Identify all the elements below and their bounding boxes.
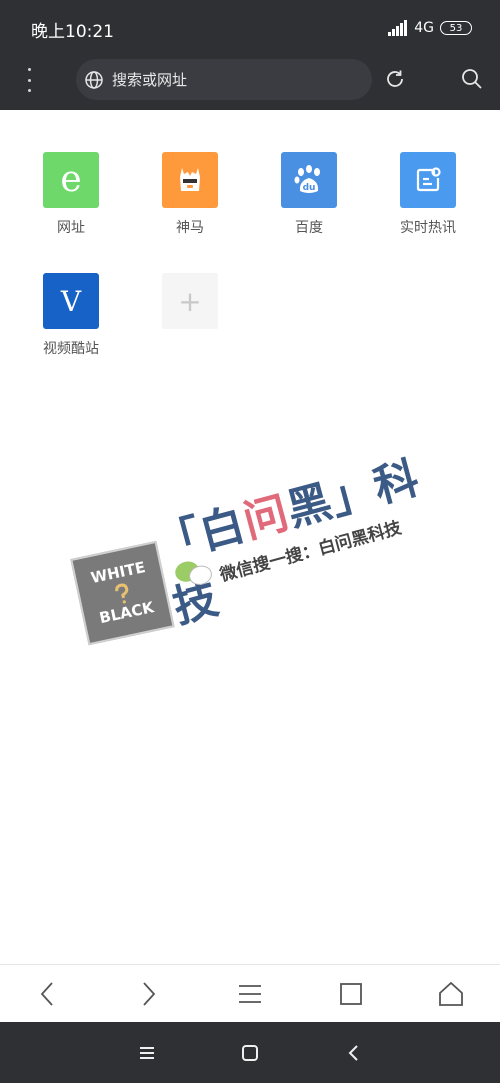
search-icon[interactable] <box>460 67 484 91</box>
baidu-du-label: du <box>303 183 316 193</box>
system-nav-bar <box>0 1022 500 1083</box>
shortcut-video[interactable]: V 视频酷站 <box>21 273 121 358</box>
battery-level: 53 <box>449 22 463 34</box>
battery-icon: 53 <box>440 21 472 35</box>
v-icon: V <box>43 273 99 329</box>
status-indicators: 4G 53 <box>388 18 472 38</box>
shortcut-wangzhi[interactable]: e 网址 <box>21 152 121 237</box>
menu-icon[interactable] <box>235 979 265 1009</box>
shortcut-label: 视频酷站 <box>43 341 99 357</box>
status-bar: 晚上10:21 4G 53 <box>0 0 500 54</box>
back-icon[interactable] <box>33 979 63 1009</box>
add-icon: + <box>162 273 218 329</box>
watermark-title: 「白问黑」科技 <box>148 434 469 635</box>
system-home-icon[interactable] <box>239 1042 261 1064</box>
refresh-icon[interactable] <box>384 68 406 90</box>
logo-text-bottom: BLACK <box>97 598 156 628</box>
e-icon: e <box>43 152 99 208</box>
add-shortcut-button[interactable]: + <box>140 273 240 329</box>
top-bar: 晚上10:21 4G 53 搜索或网址 <box>0 0 500 110</box>
signal-icon <box>388 20 408 36</box>
system-back-icon[interactable] <box>343 1042 365 1064</box>
shortcut-label: 神马 <box>176 220 204 236</box>
shortcut-baidu[interactable]: du 百度 <box>259 152 359 237</box>
forward-icon[interactable] <box>133 979 163 1009</box>
search-input[interactable]: 搜索或网址 <box>76 59 372 100</box>
more-menu-icon[interactable] <box>22 68 36 92</box>
browser-toolbar: 搜索或网址 <box>0 54 500 110</box>
watermark: WHITE BLACK 「白问黑」科技 微信搜一搜：白问黑科技 <box>38 392 481 708</box>
hot-news-icon <box>400 152 456 208</box>
shortcut-hot-news[interactable]: 实时热讯 <box>378 152 478 237</box>
shortcut-shenma[interactable]: 神马 <box>140 152 240 237</box>
browser-bottom-nav <box>0 964 500 1022</box>
recent-apps-icon[interactable] <box>136 1042 158 1064</box>
shenma-icon <box>162 152 218 208</box>
status-time: 晚上10:21 <box>31 22 114 42</box>
tabs-icon[interactable] <box>336 979 366 1009</box>
shortcut-label: 百度 <box>295 220 323 236</box>
home-icon[interactable] <box>436 979 466 1009</box>
shortcut-label: 网址 <box>57 220 85 236</box>
baidu-paw-icon: du <box>281 152 337 208</box>
network-label: 4G <box>414 20 434 36</box>
shortcut-label: 实时热讯 <box>400 220 456 236</box>
globe-icon <box>85 70 103 89</box>
watermark-logo: WHITE BLACK <box>70 540 175 646</box>
search-placeholder: 搜索或网址 <box>112 71 188 89</box>
